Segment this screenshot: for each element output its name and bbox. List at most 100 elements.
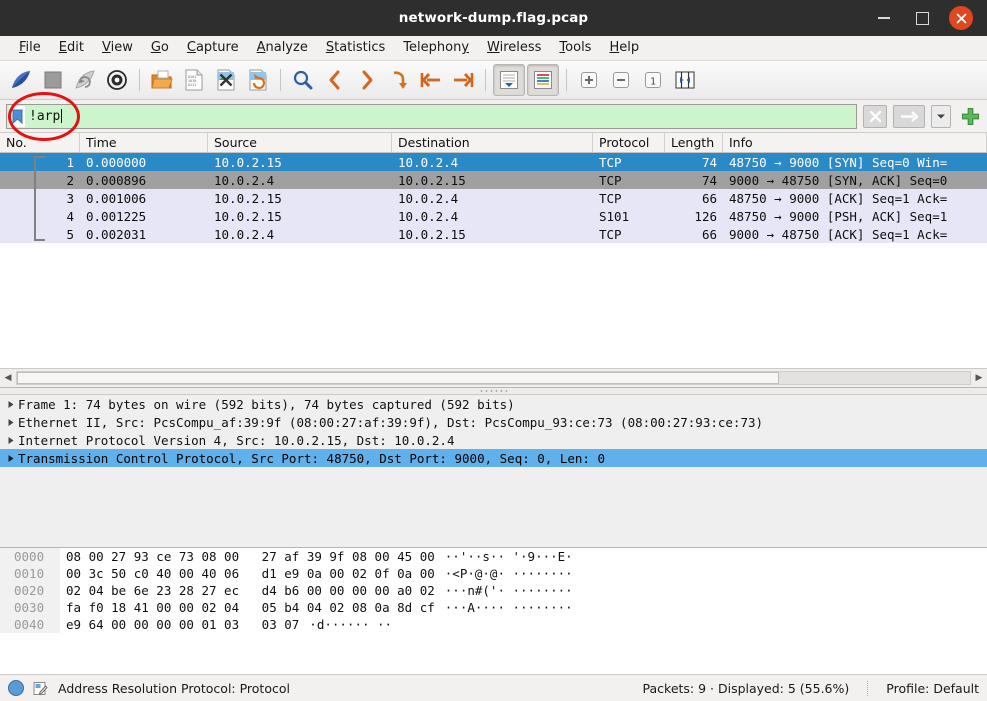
detail-row-frame[interactable]: Frame 1: 74 bytes on wire (592 bits), 74…: [0, 395, 987, 413]
hex-row[interactable]: 0030 fa f0 18 41 00 00 02 04 05 b4 04 02…: [0, 599, 987, 616]
go-to-packet-icon[interactable]: [384, 65, 414, 95]
display-filter-input[interactable]: !arp: [6, 104, 857, 129]
cell-source: 10.0.2.4: [208, 173, 392, 188]
cell-no: 4: [0, 209, 80, 224]
go-back-icon[interactable]: [320, 65, 350, 95]
expander-triangle-icon[interactable]: [4, 454, 18, 463]
capture-options-icon[interactable]: [102, 65, 132, 95]
go-last-packet-icon[interactable]: [448, 65, 478, 95]
status-bar: Address Resolution Protocol: Protocol Pa…: [0, 674, 987, 701]
cell-length: 126: [665, 209, 723, 224]
filter-bookmark-icon[interactable]: [9, 106, 25, 127]
detail-row-text: Internet Protocol Version 4, Src: 10.0.2…: [18, 433, 455, 448]
menu-tools[interactable]: Tools: [550, 37, 600, 59]
menu-help[interactable]: Help: [600, 37, 648, 59]
column-header-source[interactable]: Source: [208, 133, 392, 152]
pane-splitter[interactable]: [0, 388, 987, 395]
reload-file-icon[interactable]: [243, 65, 273, 95]
detail-row-ethernet[interactable]: Ethernet II, Src: PcsCompu_af:39:9f (08:…: [0, 413, 987, 431]
packet-list-horizontal-scrollbar[interactable]: ◀ ▶: [0, 368, 987, 387]
column-header-info[interactable]: Info: [723, 133, 987, 152]
menu-analyze[interactable]: Analyze: [248, 37, 317, 59]
capture-comment-icon[interactable]: [32, 680, 48, 696]
column-header-length[interactable]: Length: [665, 133, 723, 152]
cell-source: 10.0.2.15: [208, 191, 392, 206]
menu-view[interactable]: View: [93, 37, 142, 59]
cell-destination: 10.0.2.15: [392, 173, 593, 188]
find-packet-icon[interactable]: [288, 65, 318, 95]
filter-history-dropdown[interactable]: [931, 105, 951, 128]
expander-triangle-icon[interactable]: [4, 400, 18, 409]
go-forward-icon[interactable]: [352, 65, 382, 95]
cell-destination: 10.0.2.4: [392, 155, 593, 170]
cell-source: 10.0.2.15: [208, 155, 392, 170]
menu-go[interactable]: Go: [142, 37, 178, 59]
column-header-destination[interactable]: Destination: [392, 133, 593, 152]
close-file-icon[interactable]: [211, 65, 241, 95]
splitter-handle: [479, 390, 509, 392]
menu-capture[interactable]: Capture: [178, 37, 248, 59]
wireshark-window: network-dump.flag.pcap File Edit View Go…: [0, 0, 987, 701]
resize-columns-icon[interactable]: [670, 65, 700, 95]
zoom-reset-icon[interactable]: 1: [638, 65, 668, 95]
cell-no: 5: [0, 227, 80, 242]
scrollbar-track[interactable]: [16, 371, 971, 385]
expander-triangle-icon[interactable]: [4, 436, 18, 445]
table-row[interactable]: 2 0.000896 10.0.2.4 10.0.2.15 TCP 74 900…: [0, 171, 987, 189]
auto-scroll-icon[interactable]: [493, 64, 525, 96]
open-file-icon[interactable]: [147, 65, 177, 95]
scroll-right-icon[interactable]: ▶: [971, 370, 987, 386]
title-bar: network-dump.flag.pcap: [0, 0, 987, 36]
cell-info: 9000 → 48750 [SYN, ACK] Seq=0: [723, 173, 987, 188]
scrollbar-thumb[interactable]: [17, 372, 779, 384]
zoom-in-icon[interactable]: [574, 65, 604, 95]
hex-row[interactable]: 0000 08 00 27 93 ce 73 08 00 27 af 39 9f…: [0, 548, 987, 565]
table-row[interactable]: 5 0.002031 10.0.2.4 10.0.2.15 TCP 66 900…: [0, 225, 987, 243]
start-capture-icon[interactable]: [6, 65, 36, 95]
menu-wireless[interactable]: Wireless: [478, 37, 550, 59]
status-right-group: Packets: 9 · Displayed: 5 (55.6%) Profil…: [643, 681, 979, 696]
close-button[interactable]: [949, 6, 973, 30]
column-header-time[interactable]: Time: [80, 133, 208, 152]
expert-info-icon[interactable]: [8, 680, 24, 696]
stop-capture-icon[interactable]: [38, 65, 68, 95]
menu-statistics[interactable]: Statistics: [317, 37, 394, 59]
menu-edit[interactable]: Edit: [50, 37, 93, 59]
add-filter-button[interactable]: [959, 105, 981, 127]
svg-text:1: 1: [650, 77, 656, 88]
table-row[interactable]: 1 0.000000 10.0.2.15 10.0.2.4 TCP 74 487…: [0, 153, 987, 171]
hex-row[interactable]: 0040 e9 64 00 00 00 00 01 03 03 07 ·d···…: [0, 616, 987, 633]
minimize-button[interactable]: [873, 7, 895, 29]
packet-bytes-pane: 0000 08 00 27 93 ce 73 08 00 27 af 39 9f…: [0, 548, 987, 674]
apply-filter-button[interactable]: [893, 105, 925, 128]
expander-triangle-icon[interactable]: [4, 418, 18, 427]
menu-file[interactable]: File: [10, 37, 50, 59]
table-row[interactable]: 4 0.001225 10.0.2.15 10.0.2.4 S101 126 4…: [0, 207, 987, 225]
table-row[interactable]: 3 0.001006 10.0.2.15 10.0.2.4 TCP 66 487…: [0, 189, 987, 207]
detail-row-text: Ethernet II, Src: PcsCompu_af:39:9f (08:…: [18, 415, 763, 430]
save-file-icon[interactable]: 010110100111: [179, 65, 209, 95]
column-header-no[interactable]: No.: [0, 133, 80, 152]
detail-row-text: Transmission Control Protocol, Src Port:…: [18, 451, 605, 466]
toolbar-separator: [566, 69, 567, 91]
scroll-left-icon[interactable]: ◀: [0, 370, 16, 386]
profile-label[interactable]: Profile: Default: [868, 681, 979, 696]
cell-no: 1: [0, 155, 80, 170]
maximize-button[interactable]: [911, 7, 933, 29]
zoom-out-icon[interactable]: [606, 65, 636, 95]
clear-filter-button[interactable]: [863, 105, 887, 128]
hex-offset: 0020: [0, 582, 60, 599]
hex-offset: 0000: [0, 548, 60, 565]
hex-ascii: ··'··s·· '·9···E·: [435, 549, 573, 564]
go-first-packet-icon[interactable]: [416, 65, 446, 95]
detail-row-text: Frame 1: 74 bytes on wire (592 bits), 74…: [18, 397, 515, 412]
hex-row[interactable]: 0010 00 3c 50 c0 40 00 40 06 d1 e9 0a 00…: [0, 565, 987, 582]
colorize-icon[interactable]: [527, 64, 559, 96]
restart-capture-icon[interactable]: [70, 65, 100, 95]
hex-row[interactable]: 0020 02 04 be 6e 23 28 27 ec d4 b6 00 00…: [0, 582, 987, 599]
detail-row-tcp[interactable]: Transmission Control Protocol, Src Port:…: [0, 449, 987, 467]
menu-telephony[interactable]: Telephony: [394, 37, 478, 59]
main-toolbar: 010110100111: [0, 61, 987, 100]
column-header-protocol[interactable]: Protocol: [593, 133, 665, 152]
detail-row-ipv4[interactable]: Internet Protocol Version 4, Src: 10.0.2…: [0, 431, 987, 449]
